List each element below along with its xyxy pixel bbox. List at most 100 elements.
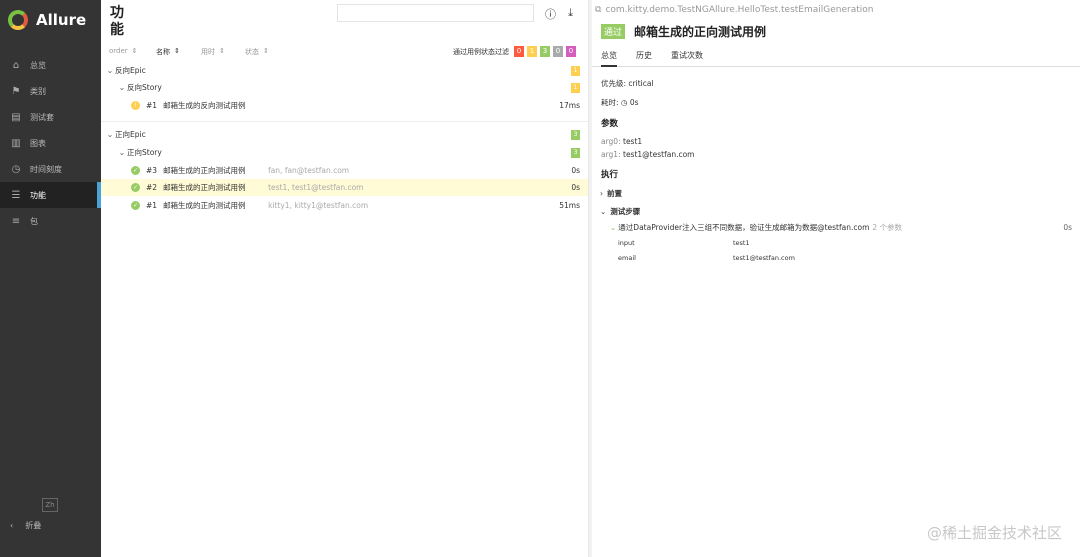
collapse-label: 折叠 — [25, 521, 42, 530]
table-row[interactable]: ✓ #3 邮箱生成的正向测试用例 fan, fan@testfan.com 0s — [101, 162, 588, 179]
passed-status-icon: ✓ — [131, 166, 140, 175]
sidebar-item-2[interactable]: ▤ 测试套 — [0, 104, 101, 130]
filter-broken[interactable]: 1 — [527, 46, 537, 57]
divider — [101, 121, 588, 122]
chevron-down-icon: ⌄ — [106, 66, 114, 75]
brand-name: Allure — [36, 11, 87, 29]
epic-count-badge: 3 — [571, 129, 580, 140]
features-pane: 功能 ⓘ ⤓ order ⇕ 名称 ⇕ 用时 ⇕ 状态 ⇕ 通过用例状态过滤 0 1 3… — [101, 0, 588, 557]
execution-title: 执行 — [601, 170, 619, 180]
flag-icon: ⚑ — [11, 85, 21, 97]
test-duration: 0s — [571, 166, 580, 175]
epic-name: 正向Epic — [115, 130, 146, 139]
param-row: arg1: test1@testfan.com — [601, 150, 695, 159]
sidebar-item-label: 测试套 — [30, 112, 54, 122]
status-filter-label: 通过用例状态过滤 — [453, 47, 509, 56]
search-input[interactable] — [337, 4, 534, 22]
status-badge: 通过 — [601, 24, 626, 39]
allure-logo-icon — [8, 10, 28, 30]
tab-retries[interactable]: 重试次数 — [671, 47, 703, 67]
tab-history[interactable]: 历史 — [636, 47, 652, 67]
language-switch[interactable]: Zh — [42, 498, 58, 512]
epic-count-badge: 1 — [571, 65, 580, 76]
table-row[interactable]: ✓ #1 邮箱生成的正向测试用例 kitty1, kitty1@testfan.… — [101, 197, 588, 214]
step-param-row: email test1@testfan.com — [618, 254, 795, 262]
test-name: 邮箱生成的正向测试用例 — [163, 166, 246, 175]
col-order[interactable]: order ⇕ — [109, 47, 156, 57]
step-param-row: input test1 — [618, 239, 750, 247]
test-name: 邮箱生成的正向测试用例 — [163, 201, 246, 210]
brand[interactable]: Allure — [0, 0, 101, 40]
step-duration: 0s — [1063, 223, 1072, 232]
sidebar: Allure ⌂ 总览 ⚑ 类别 ▤ 测试套 ▥ 图表 ◷ 时间刻度 ☰ 功能 ≡ 包 Zh ‹ 折叠 — [0, 0, 101, 557]
sidebar-nav: ⌂ 总览 ⚑ 类别 ▤ 测试套 ▥ 图表 ◷ 时间刻度 ☰ 功能 ≡ 包 — [0, 52, 101, 234]
sidebar-item-label: 时间刻度 — [30, 164, 62, 174]
step-row[interactable]: ⌄ 通过DataProvider注入三组不同数据，验证生成邮箱为数据@testf… — [610, 222, 1072, 233]
chart-icon: ▥ — [11, 137, 21, 149]
table-row-selected[interactable]: ✓ #2 邮箱生成的正向测试用例 test1, test1@testfan.co… — [101, 179, 588, 196]
filter-passed[interactable]: 3 — [540, 46, 550, 57]
test-full-name[interactable]: ⧉ com.kitty.demo.TestNGAllure.HelloTest.… — [595, 5, 873, 15]
col-status[interactable]: 状态 ⇕ — [245, 47, 285, 57]
link-icon: ⧉ — [595, 5, 602, 15]
setup-section[interactable]: › 前置 — [600, 188, 622, 199]
tree-epic-row[interactable]: ⌄ 正向Epic 3 — [101, 126, 588, 143]
table-row[interactable]: ! #1 邮箱生成的反向测试用例 17ms — [101, 97, 588, 114]
col-name[interactable]: 名称 ⇕ — [156, 47, 201, 57]
sidebar-item-label: 图表 — [30, 138, 46, 148]
epic-name: 反向Epic — [115, 66, 146, 75]
collapse-button[interactable]: ‹ 折叠 — [10, 520, 41, 531]
sidebar-item-label: 总览 — [30, 60, 46, 70]
chevron-down-icon: ⌄ — [118, 83, 126, 92]
test-duration: 0s — [571, 183, 580, 192]
col-duration[interactable]: 用时 ⇕ — [201, 47, 245, 57]
info-icon[interactable]: ⓘ — [544, 6, 557, 21]
sidebar-item-0[interactable]: ⌂ 总览 — [0, 52, 101, 78]
sidebar-item-5[interactable]: ☰ 功能 — [0, 182, 101, 208]
sidebar-item-3[interactable]: ▥ 图表 — [0, 130, 101, 156]
chevron-down-icon: ⌄ — [600, 207, 607, 216]
list-icon: ☰ — [11, 189, 21, 201]
test-name: 邮箱生成的正向测试用例 — [163, 183, 246, 192]
sidebar-item-6[interactable]: ≡ 包 — [0, 208, 101, 234]
sidebar-item-label: 类别 — [30, 86, 46, 96]
broken-status-icon: ! — [131, 101, 140, 110]
chevron-down-icon: ⌄ — [106, 130, 114, 139]
page-title: 功能 — [110, 5, 124, 38]
chevron-down-icon: ⌄ — [610, 223, 617, 232]
chevron-down-icon: ⌄ — [118, 148, 126, 157]
clock-icon: ◷ — [11, 163, 21, 175]
chevron-right-icon: › — [600, 189, 603, 198]
severity: 优先级: critical — [601, 79, 654, 88]
tree-story-row[interactable]: ⌄ 正向Story 3 — [101, 144, 588, 161]
step-text: 通过DataProvider注入三组不同数据，验证生成邮箱为数据@testfan… — [618, 223, 870, 232]
filter-failed[interactable]: 0 — [514, 46, 524, 57]
test-detail-pane: ⧉ com.kitty.demo.TestNGAllure.HelloTest.… — [592, 0, 1080, 557]
package-icon: ≡ — [11, 215, 21, 227]
filter-skipped[interactable]: 0 — [553, 46, 563, 57]
story-count-badge: 1 — [571, 82, 580, 93]
sidebar-item-1[interactable]: ⚑ 类别 — [0, 78, 101, 104]
test-duration: 17ms — [559, 101, 580, 110]
param-row: arg0: test1 — [601, 137, 643, 146]
story-count-badge: 3 — [571, 147, 580, 158]
story-name: 反向Story — [127, 83, 162, 92]
severity-value: critical — [628, 79, 654, 88]
sidebar-item-4[interactable]: ◷ 时间刻度 — [0, 156, 101, 182]
test-body-section[interactable]: ⌄ 测试步骤 — [600, 206, 640, 217]
duration: 耗时: ◷ 0s — [601, 98, 639, 107]
filter-unknown[interactable]: 0 — [566, 46, 576, 57]
passed-status-icon: ✓ — [131, 201, 140, 210]
step-param-count: 2 个参数 — [872, 223, 903, 232]
params-title: 参数 — [601, 119, 619, 129]
tree-epic-row[interactable]: ⌄ 反向Epic 1 — [101, 62, 588, 79]
download-icon[interactable]: ⤓ — [564, 6, 577, 19]
status-filter: 通过用例状态过滤 0 1 3 0 0 — [453, 46, 576, 57]
tree-story-row[interactable]: ⌄ 反向Story 1 — [101, 79, 588, 96]
watermark: @稀土掘金技术社区 — [926, 524, 1062, 542]
tab-overview[interactable]: 总览 — [601, 47, 617, 67]
test-name: 邮箱生成的反向测试用例 — [163, 101, 246, 110]
chevron-left-icon: ‹ — [10, 521, 14, 530]
briefcase-icon: ▤ — [11, 111, 21, 123]
sidebar-item-label: 包 — [30, 216, 38, 226]
